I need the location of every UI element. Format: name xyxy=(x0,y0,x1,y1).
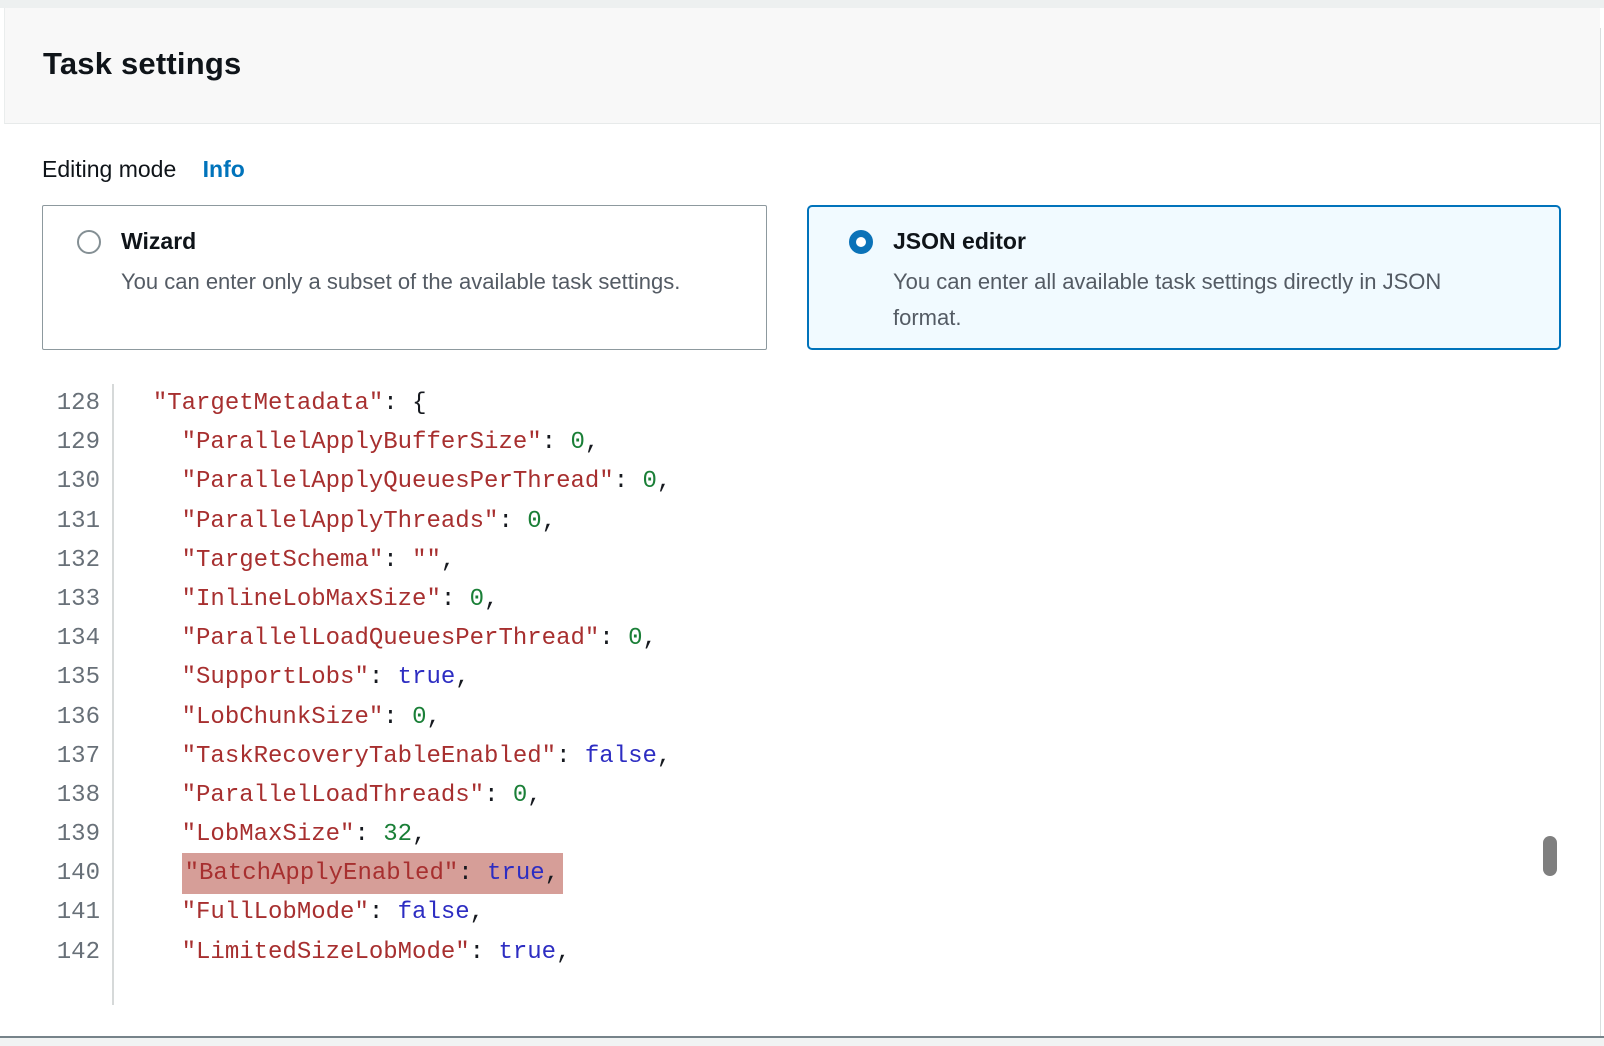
line-number: 128 xyxy=(0,384,100,423)
code-line[interactable]: 135 "SupportLobs": true, xyxy=(0,658,1540,697)
wizard-radio-button[interactable] xyxy=(77,230,101,254)
editing-mode-options: Wizard You can enter only a subset of th… xyxy=(42,205,1561,350)
code-line[interactable]: 136 "LobChunkSize": 0, xyxy=(0,698,1540,737)
code-line[interactable]: 142 "LimitedSizeLobMode": true, xyxy=(0,933,1540,972)
code-line[interactable]: 138 "ParallelLoadThreads": 0, xyxy=(0,776,1540,815)
wizard-option-top: Wizard xyxy=(77,228,742,255)
line-number: 136 xyxy=(0,698,100,737)
line-number: 139 xyxy=(0,815,100,854)
line-number: 132 xyxy=(0,541,100,580)
code-line[interactable]: 133 "InlineLobMaxSize": 0, xyxy=(0,580,1540,619)
line-number: 130 xyxy=(0,462,100,501)
page-top-strip xyxy=(0,0,1604,8)
page-right-border xyxy=(1600,28,1601,1046)
line-number: 133 xyxy=(0,580,100,619)
editing-mode-label: Editing mode xyxy=(42,156,176,182)
editing-mode-row: Editing mode Info xyxy=(42,156,245,183)
page-bottom-strip xyxy=(0,1038,1604,1046)
info-link[interactable]: Info xyxy=(203,156,245,182)
line-number: 129 xyxy=(0,423,100,462)
json-editor-radio-button[interactable] xyxy=(849,230,873,254)
editor-scrollbar-thumb[interactable] xyxy=(1543,836,1557,876)
line-number: 142 xyxy=(0,933,100,972)
json-editor-option-top: JSON editor xyxy=(849,228,1536,255)
page-title: Task settings xyxy=(43,46,241,82)
wizard-option-card[interactable]: Wizard You can enter only a subset of th… xyxy=(42,205,767,350)
json-editor-option-card[interactable]: JSON editor You can enter all available … xyxy=(807,205,1561,350)
wizard-option-label: Wizard xyxy=(121,228,196,255)
wizard-option-description: You can enter only a subset of the avail… xyxy=(121,264,742,300)
code-line[interactable]: 129 "ParallelApplyBufferSize": 0, xyxy=(0,423,1540,462)
code-editor[interactable]: 128 "TargetMetadata": {129 "ParallelAppl… xyxy=(0,384,1540,972)
line-number: 137 xyxy=(0,737,100,776)
code-line[interactable]: 130 "ParallelApplyQueuesPerThread": 0, xyxy=(0,462,1540,501)
json-editor-option-label: JSON editor xyxy=(893,228,1026,255)
line-number: 141 xyxy=(0,893,100,932)
line-number: 140 xyxy=(0,854,100,893)
highlighted-code: "BatchApplyEnabled": true, xyxy=(182,853,563,894)
code-line[interactable]: 131 "ParallelApplyThreads": 0, xyxy=(0,502,1540,541)
code-line[interactable]: 134 "ParallelLoadQueuesPerThread": 0, xyxy=(0,619,1540,658)
code-line[interactable]: 137 "TaskRecoveryTableEnabled": false, xyxy=(0,737,1540,776)
line-number: 135 xyxy=(0,658,100,697)
code-line[interactable]: 140 "BatchApplyEnabled": true, xyxy=(0,854,1540,893)
line-number: 131 xyxy=(0,502,100,541)
line-number: 138 xyxy=(0,776,100,815)
code-line[interactable]: 141 "FullLobMode": false, xyxy=(0,893,1540,932)
code-line[interactable]: 128 "TargetMetadata": { xyxy=(0,384,1540,423)
panel-header: Task settings xyxy=(4,8,1600,124)
json-editor-option-description: You can enter all available task setting… xyxy=(893,264,1493,336)
code-line[interactable]: 132 "TargetSchema": "", xyxy=(0,541,1540,580)
line-number: 134 xyxy=(0,619,100,658)
code-line[interactable]: 139 "LobMaxSize": 32, xyxy=(0,815,1540,854)
